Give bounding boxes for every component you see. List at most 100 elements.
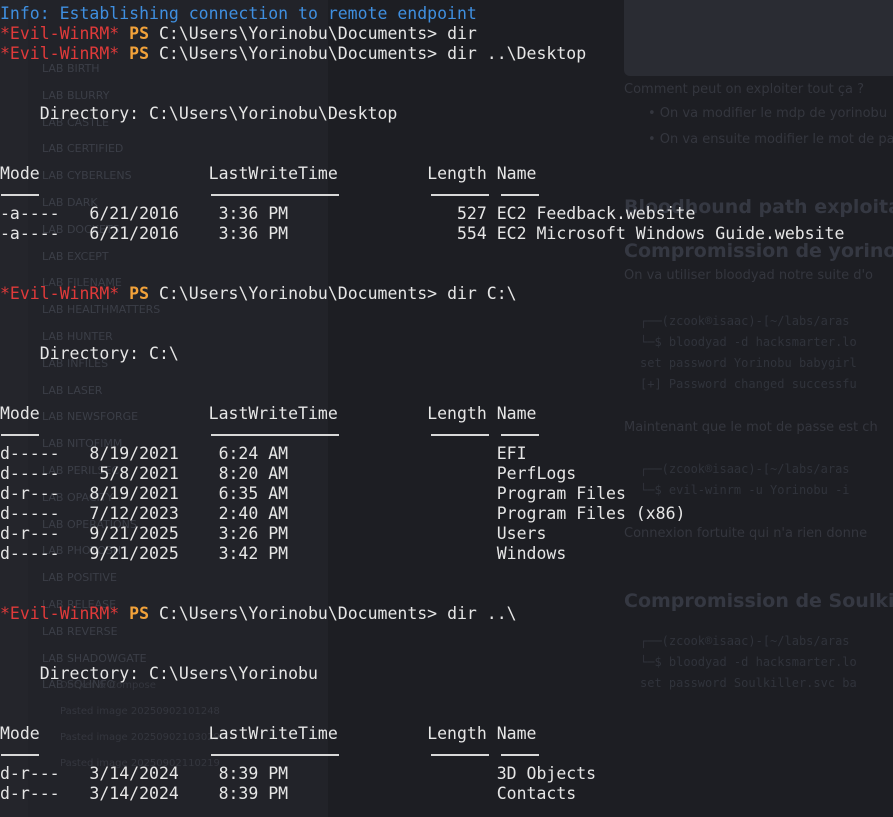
file-name: Windows	[496, 544, 567, 563]
file-name: EFI	[496, 444, 527, 463]
prompt-line: *Evil-WinRM* PS C:\Users\Yorinobu\Docume…	[0, 284, 517, 304]
prompt-line: *Evil-WinRM* PS C:\Users\Yorinobu\Docume…	[0, 604, 517, 624]
file-mode: d-r---	[0, 524, 60, 543]
table-row: d-r--- 3/14/2024 8:39 PM Contacts	[0, 784, 576, 804]
file-date: 9/21/2025	[59, 544, 179, 563]
column-header-underline	[501, 194, 539, 196]
column-header-underline	[501, 754, 539, 756]
table-row: d----- 8/19/2021 6:24 AM EFI	[0, 444, 527, 464]
file-name: EC2 Microsoft Windows Guide.website	[496, 224, 845, 243]
file-name: Program Files (x86)	[496, 504, 686, 523]
column-header-length: Length	[427, 404, 487, 423]
file-date: 5/8/2021	[59, 464, 179, 483]
file-mode: d-----	[0, 464, 60, 483]
file-name: PerfLogs	[496, 464, 577, 483]
directory-path: C:\Users\Yorinobu	[149, 664, 318, 683]
directory-label: Directory:	[0, 344, 150, 363]
file-mode: d-r---	[0, 484, 60, 503]
column-header-underline	[501, 434, 539, 436]
file-length: 527	[288, 204, 487, 223]
current-directory: C:\Users\Yorinobu\Documents>	[158, 24, 438, 43]
file-time: 3:26 PM	[178, 524, 289, 543]
file-name: Users	[496, 524, 547, 543]
current-directory: C:\Users\Yorinobu\Documents>	[158, 284, 438, 303]
column-header-length: Length	[427, 724, 487, 743]
file-time: 3:36 PM	[178, 204, 289, 223]
file-length	[288, 544, 487, 563]
directory-label: Directory:	[0, 664, 150, 683]
file-mode: d-r---	[0, 764, 60, 783]
directory-line: Directory: C:\Users\Yorinobu\Desktop	[0, 104, 398, 124]
file-mode: -a----	[0, 204, 60, 223]
evil-winrm-label: *Evil-WinRM*	[0, 24, 120, 43]
file-name: Contacts	[496, 784, 577, 803]
ps-label: PS	[129, 284, 150, 303]
file-length	[288, 784, 487, 803]
file-mode: -a----	[0, 224, 60, 243]
command-text: dir ..\Desktop	[447, 44, 587, 63]
file-time: 3:36 PM	[178, 224, 289, 243]
column-header-underline	[431, 754, 489, 756]
file-date: 7/12/2023	[59, 504, 179, 523]
table-row: -a---- 6/21/2016 3:36 PM 527 EC2 Feedbac…	[0, 204, 695, 224]
prompt-line: *Evil-WinRM* PS C:\Users\Yorinobu\Docume…	[0, 24, 477, 44]
command-text: dir	[447, 24, 477, 43]
file-length	[288, 444, 487, 463]
column-header-lastwritetime: LastWriteTime	[208, 404, 338, 423]
file-date: 6/21/2016	[59, 224, 179, 243]
column-header-mode: Mode	[0, 724, 40, 743]
file-length	[288, 464, 487, 483]
file-length	[288, 484, 487, 503]
file-mode: d-r---	[0, 784, 60, 803]
evil-winrm-label: *Evil-WinRM*	[0, 604, 120, 623]
file-time: 6:35 AM	[178, 484, 289, 503]
current-directory: C:\Users\Yorinobu\Documents>	[158, 604, 438, 623]
ps-label: PS	[129, 44, 150, 63]
ps-label: PS	[129, 24, 150, 43]
directory-label: Directory:	[0, 104, 150, 123]
table-row: d-r--- 8/19/2021 6:35 AM Program Files	[0, 484, 626, 504]
evil-winrm-label: *Evil-WinRM*	[0, 44, 120, 63]
command-text: dir C:\	[447, 284, 517, 303]
column-header-lastwritetime: LastWriteTime	[208, 724, 338, 743]
file-time: 2:40 AM	[178, 504, 289, 523]
terminal-window[interactable]: Info: Establishing connection to remote …	[0, 0, 893, 817]
column-header-name: Name	[496, 724, 537, 743]
file-time: 6:24 AM	[178, 444, 289, 463]
column-header-lastwritetime: LastWriteTime	[208, 164, 338, 183]
file-name: EC2 Feedback.website	[496, 204, 696, 223]
file-length	[288, 764, 487, 783]
file-name: Program Files	[496, 484, 626, 503]
ps-label: PS	[129, 604, 150, 623]
current-directory: C:\Users\Yorinobu\Documents>	[158, 44, 438, 63]
directory-line: Directory: C:\Users\Yorinobu	[0, 664, 318, 684]
column-header-length: Length	[427, 164, 487, 183]
file-date: 9/21/2025	[59, 524, 179, 543]
table-row: d----- 7/12/2023 2:40 AM Program Files (…	[0, 504, 685, 524]
file-date: 6/21/2016	[59, 204, 179, 223]
table-header-row: Mode LastWriteTime Length Name	[0, 164, 536, 184]
file-date: 3/14/2024	[59, 784, 179, 803]
file-date: 3/14/2024	[59, 764, 179, 783]
table-row: -a---- 6/21/2016 3:36 PM 554 EC2 Microso…	[0, 224, 844, 244]
